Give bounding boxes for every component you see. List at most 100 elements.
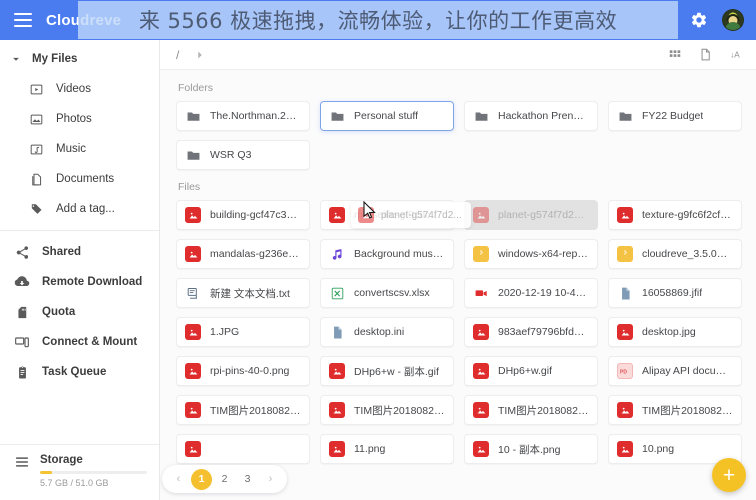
file-card[interactable]: TIM图片201808221... — [320, 395, 454, 425]
file-card[interactable]: 16058869.jfif — [608, 278, 742, 308]
file-card[interactable]: 1.JPG — [176, 317, 310, 347]
file-card[interactable]: building-gcf47c333... — [176, 200, 310, 230]
file-card[interactable]: marseille-gf9cdc5ae... — [320, 200, 454, 230]
pagination-page-1[interactable]: 1 — [191, 468, 212, 490]
file-name: windows-x64-repair... — [498, 248, 589, 260]
file-card[interactable]: TIM图片201808221... — [464, 395, 598, 425]
file-card[interactable]: DHp6+w - 副本.gif — [320, 356, 454, 386]
gear-icon[interactable] — [690, 11, 708, 29]
image-icon — [329, 402, 345, 418]
files-section-label: Files — [178, 181, 201, 193]
files-grid: building-gcf47c333... marseille-gf9cdc5ae… — [176, 200, 742, 464]
sidebar-item-shared[interactable]: Shared — [0, 237, 159, 267]
pagination-page-2[interactable]: 2 — [214, 469, 235, 490]
sidebar-item-task-queue[interactable]: Task Queue — [0, 357, 159, 387]
pagination-next-button[interactable]: › — [260, 469, 281, 490]
folder-name: Personal stuff — [354, 110, 419, 122]
app-bar: Cloudreve — [0, 0, 756, 40]
sidebar-item-label: Documents — [56, 173, 115, 185]
storage-progress-bar — [40, 471, 147, 474]
file-card[interactable] — [176, 434, 310, 464]
file-card[interactable]: desktop.jpg — [608, 317, 742, 347]
storage-widget[interactable]: Storage 5.7 GB / 51.0 GB — [0, 444, 159, 500]
image-icon — [185, 324, 201, 340]
file-name: TIM图片201808221... — [210, 404, 301, 417]
file-card[interactable]: TIM图片201808221... — [176, 395, 310, 425]
pagination-page-3[interactable]: 3 — [237, 469, 258, 490]
sidebar-item-remote-download[interactable]: Remote Download — [0, 267, 159, 297]
file-card[interactable]: windows-x64-repair... — [464, 239, 598, 269]
file-card[interactable]: planet-g574f7d288_... — [464, 200, 598, 230]
file-card[interactable]: texture-g9fc6f2cf9_... — [608, 200, 742, 230]
pagination-prev-button[interactable]: ‹ — [168, 469, 189, 490]
storage-body: Storage 5.7 GB / 51.0 GB — [40, 454, 147, 488]
folder-icon — [185, 108, 201, 124]
folder-card[interactable]: Personal stuff — [320, 101, 454, 131]
folder-card[interactable]: The.Northman.2022.... — [176, 101, 310, 131]
file-name: texture-g9fc6f2cf9_... — [642, 209, 733, 221]
file-card[interactable]: 11.png — [320, 434, 454, 464]
text-icon — [185, 285, 201, 301]
file-card[interactable]: Background music c... — [320, 239, 454, 269]
folder-card[interactable]: Hackathon Prensent... — [464, 101, 598, 131]
breadcrumb-root[interactable]: / — [176, 48, 179, 62]
sidebar-item-label: Photos — [56, 113, 92, 125]
file-card[interactable]: DHp6+w.gif — [464, 356, 598, 386]
file-card[interactable]: cloudreve_3.5.0_win... — [608, 239, 742, 269]
image-icon — [329, 207, 345, 223]
avatar[interactable] — [722, 9, 744, 31]
sidebar-nav: My Files Videos Photos Music Documents A… — [0, 40, 159, 444]
main-panel: / ↓A Folders The.Northman.202 Personal s… — [160, 40, 756, 500]
file-card[interactable]: convertscsv.xlsx — [320, 278, 454, 308]
storage-label: Storage — [40, 454, 83, 466]
sidebar-item-label: Task Queue — [42, 366, 107, 378]
video-icon — [473, 285, 489, 301]
file-card[interactable]: TIM图片201808221... — [608, 395, 742, 425]
sidebar-item-add-tag[interactable]: Add a tag... — [0, 194, 159, 224]
image-icon — [185, 246, 201, 262]
chevron-right-icon[interactable] — [193, 48, 207, 62]
sidebar-item-music[interactable]: Music — [0, 134, 159, 164]
image-icon — [185, 207, 201, 223]
sidebar-item-my-files[interactable]: My Files — [0, 44, 159, 74]
file-card[interactable]: rpi-pins-40-0.png — [176, 356, 310, 386]
folder-card[interactable]: WSR Q3 — [176, 140, 310, 170]
new-file-icon[interactable] — [698, 47, 713, 62]
audio-icon — [329, 246, 345, 262]
sidebar-item-quota[interactable]: Quota — [0, 297, 159, 327]
file-card[interactable]: desktop.ini — [320, 317, 454, 347]
file-card[interactable]: 2020-12-19 10-46-3... — [464, 278, 598, 308]
add-icon: + — [722, 463, 736, 487]
sidebar-item-label: Videos — [56, 83, 91, 95]
file-card[interactable]: 983aef79796bfde83... — [464, 317, 598, 347]
file-name: TIM图片201808221... — [642, 404, 733, 417]
pagination: ‹ 1 2 3 › — [162, 465, 287, 493]
file-card[interactable]: 10 - 副本.png — [464, 434, 598, 464]
app-title: Cloudreve — [46, 11, 122, 29]
sidebar-item-photos[interactable]: Photos — [0, 104, 159, 134]
image-icon — [473, 402, 489, 418]
add-button-fab[interactable]: + — [712, 458, 746, 492]
file-card[interactable]: 新建 文本文档.txt — [176, 278, 310, 308]
hamburger-icon[interactable] — [14, 13, 32, 27]
file-name: TIM图片201808221... — [354, 404, 445, 417]
file-name: planet-g574f7d288_... — [498, 209, 589, 221]
sidebar-item-videos[interactable]: Videos — [0, 74, 159, 104]
sidebar-item-documents[interactable]: Documents — [0, 164, 159, 194]
folders-grid: The.Northman.2022.... Personal stuff Hacka… — [176, 101, 742, 170]
grid-view-icon[interactable] — [668, 48, 682, 62]
image-icon — [617, 441, 633, 457]
file-name: 1.JPG — [210, 326, 240, 338]
image-icon — [617, 324, 633, 340]
file-name: 983aef79796bfde83... — [498, 326, 589, 338]
sort-az-icon[interactable]: ↓A — [729, 47, 744, 62]
file-card[interactable]: mandalas-g236e1b8... — [176, 239, 310, 269]
file-name: 新建 文本文档.txt — [210, 287, 290, 300]
breadcrumb-bar: / ↓A — [160, 40, 756, 70]
sidebar-item-connect-mount[interactable]: Connect & Mount — [0, 327, 159, 357]
file-browser-content: Folders The.Northman.2022.... Personal st… — [160, 70, 756, 500]
file-name: 2020-12-19 10-46-3... — [498, 287, 589, 299]
file-card[interactable]: PD Alipay API documen... — [608, 356, 742, 386]
folder-card[interactable]: FY22 Budget — [608, 101, 742, 131]
file-name: 11.png — [354, 443, 386, 455]
